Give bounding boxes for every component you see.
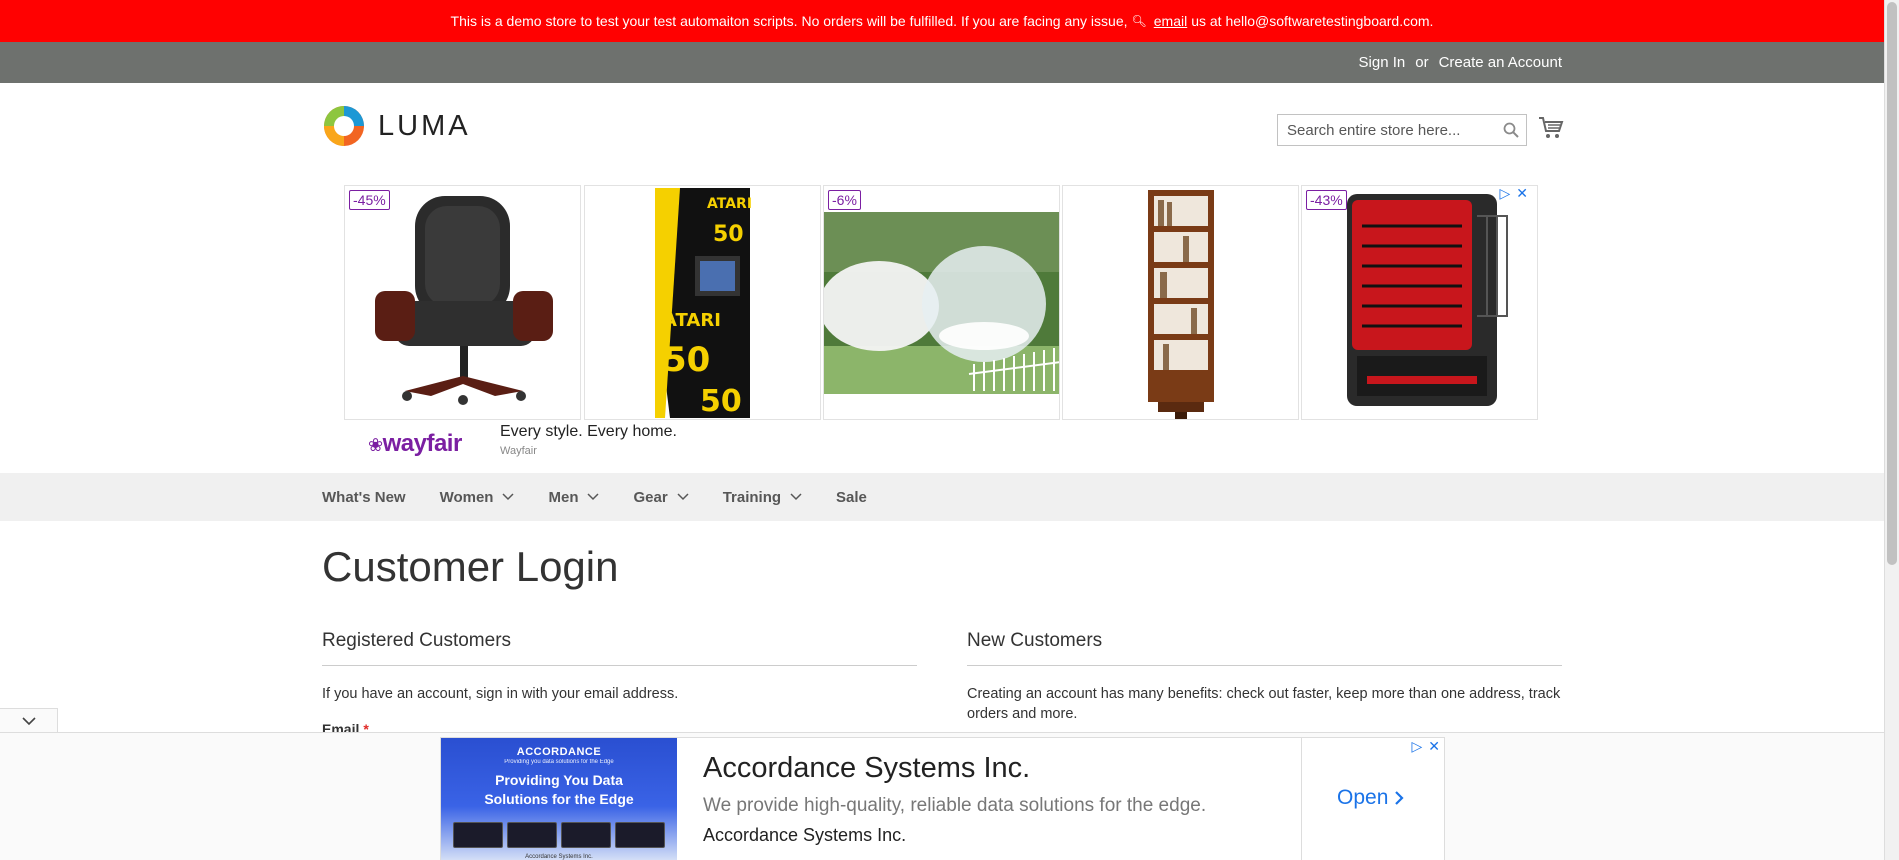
ad-title[interactable]: Accordance Systems Inc. [703, 752, 1030, 785]
svg-text:ATARI: ATARI [663, 310, 721, 331]
accordance-image-footer: Accordance Systems Inc. [525, 854, 593, 860]
ad-tile-heater[interactable]: -43% [1301, 185, 1538, 420]
nav-label: Gear [633, 488, 668, 506]
magnifier-icon: 🔍︎ [1131, 14, 1147, 28]
scrollbar-thumb[interactable] [1887, 2, 1897, 565]
atari-arcade-image: ATARI 50 ATARI 50 50 [655, 188, 752, 419]
search-icon[interactable] [1502, 121, 1520, 139]
svg-text:50: 50 [713, 222, 744, 247]
wayfair-ad-banner[interactable]: ▷ ✕ -45% ATARI 50 ATARI 50 50 -6% -43% ❀… [344, 185, 1540, 461]
ad-choices[interactable]: ▷ ✕ [1411, 738, 1440, 755]
chevron-right-icon [1395, 791, 1404, 805]
chevron-down-icon [677, 493, 689, 501]
bubble-tent-image [824, 212, 1059, 394]
luma-logo[interactable]: LUMA [322, 104, 471, 148]
chevron-down-icon [790, 493, 802, 501]
svg-text:50: 50 [700, 384, 742, 419]
accordance-ad-image[interactable]: ACCORDANCE Providing you data solutions … [441, 738, 677, 860]
accordance-logo: ACCORDANCE [516, 746, 602, 758]
accordance-tagline: Providing you data solutions for the Edg… [504, 759, 614, 765]
nav-sale[interactable]: Sale [836, 489, 867, 506]
ad-slogan[interactable]: Every style. Every home. [500, 423, 677, 441]
collapse-ad-tab[interactable] [0, 708, 58, 734]
ad-choices-icon[interactable]: ▷ [1411, 738, 1422, 755]
ad-description: We provide high-quality, reliable data s… [703, 795, 1207, 816]
ad-close-icon[interactable]: ✕ [1516, 185, 1528, 202]
accordance-headline-2: Solutions for the Edge [484, 791, 634, 807]
page-title: Customer Login [322, 543, 619, 590]
wayfair-logo[interactable]: ❀wayfair [368, 430, 462, 458]
nav-label: Training [722, 488, 782, 506]
wayfair-brand-text: wayfair [382, 430, 463, 457]
new-customers-text: Creating an account has many benefits: c… [967, 686, 1561, 722]
sticky-bottom-ad: ACCORDANCE Providing you data solutions … [0, 732, 1884, 860]
ad-advertiser: Accordance Systems Inc. [703, 825, 907, 845]
registered-customers-text: If you have an account, sign in with you… [322, 686, 679, 702]
discount-badge: -6% [828, 190, 861, 210]
header-links: Sign In or Create an Account [1359, 42, 1562, 83]
ad-close-icon[interactable]: ✕ [1428, 738, 1440, 755]
sign-in-link[interactable]: Sign In [1359, 54, 1406, 71]
luma-logo-icon [324, 106, 364, 146]
chevron-down-icon [587, 493, 600, 501]
or-separator: or [1415, 54, 1429, 71]
heater-image [1347, 194, 1508, 406]
accordance-headline-1: Providing You Data [495, 772, 623, 788]
create-account-link[interactable]: Create an Account [1439, 54, 1562, 71]
ad-open-button[interactable]: Open [1337, 786, 1404, 810]
ad-tile-arcade[interactable]: ATARI 50 ATARI 50 50 [584, 185, 821, 420]
demo-notice-bar: This is a demo store to test your test a… [0, 0, 1884, 42]
ad-divider [1301, 738, 1302, 860]
nav-label: Sale [836, 488, 867, 506]
ad-tile-bookshelf[interactable] [1062, 185, 1299, 420]
nav-label: Men [548, 488, 579, 506]
header-panel: Sign In or Create an Account [0, 42, 1884, 83]
discount-badge: -43% [1306, 190, 1347, 210]
page-scrollbar[interactable] [1884, 0, 1899, 860]
office-chair-image [375, 196, 553, 405]
svg-text:ATARI: ATARI [707, 196, 752, 212]
nav-women[interactable]: Women [440, 489, 515, 506]
search-box [1277, 114, 1527, 146]
bookshelf-image [1148, 190, 1214, 419]
discount-badge: -45% [349, 190, 390, 210]
demo-notice-text-end: us at hello@softwaretestingboard.com. [1191, 13, 1434, 29]
registered-customers-block: Registered Customers If you have an acco… [322, 630, 917, 704]
nav-whats-new[interactable]: What's New [322, 489, 406, 506]
accordance-ad[interactable]: ACCORDANCE Providing you data solutions … [440, 737, 1445, 860]
registered-customers-title: Registered Customers [322, 630, 917, 666]
nav-men[interactable]: Men [548, 488, 600, 506]
ad-source: Wayfair [500, 445, 537, 457]
email-link[interactable]: email [1154, 13, 1187, 29]
search-input[interactable] [1278, 115, 1488, 145]
new-customers-title: New Customers [967, 630, 1562, 666]
server-units-graphic [453, 822, 665, 848]
nav-gear[interactable]: Gear [633, 488, 689, 506]
chevron-down-icon [502, 493, 515, 501]
nav-label: What's New [322, 488, 406, 506]
demo-notice-text: This is a demo store to test your test a… [450, 13, 1128, 29]
ad-choices[interactable]: ▷ ✕ [1499, 185, 1528, 202]
nav-training[interactable]: Training [723, 489, 802, 506]
svg-text:50: 50 [663, 340, 710, 380]
chevron-down-icon [21, 717, 36, 726]
ad-tile-chair[interactable]: -45% [344, 185, 581, 420]
ad-open-label: Open [1337, 786, 1389, 809]
ad-tile-bubble-tent[interactable]: -6% [823, 185, 1060, 420]
nav-label: Women [439, 488, 494, 506]
cart-icon[interactable] [1538, 116, 1564, 140]
new-customers-block: New Customers Creating an account has ma… [967, 630, 1562, 724]
logo-text: LUMA [378, 109, 471, 142]
ad-choices-icon[interactable]: ▷ [1499, 185, 1510, 202]
main-navigation: What's New Women Men Gear Training Sale [0, 473, 1884, 521]
